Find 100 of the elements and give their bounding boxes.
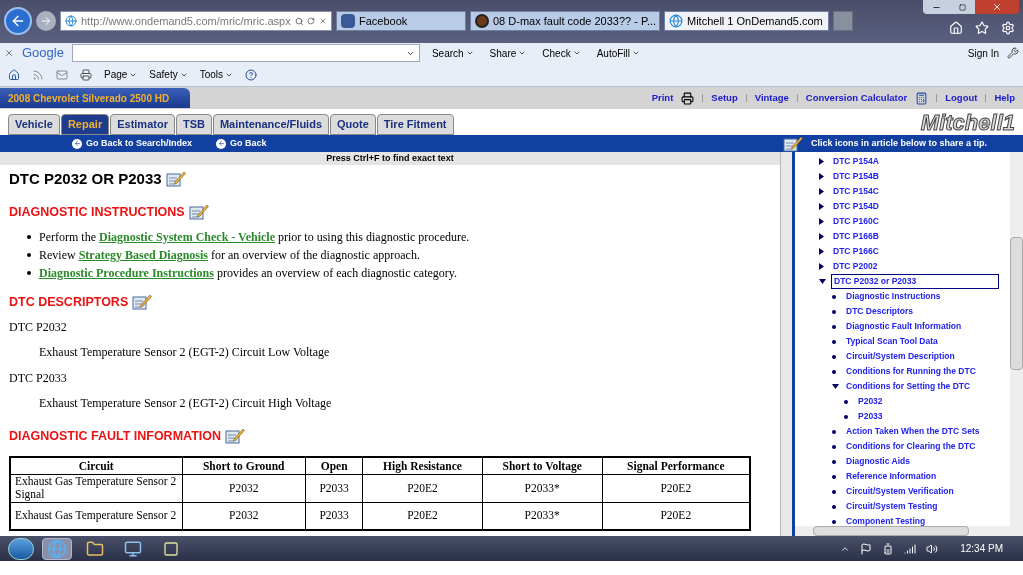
- start-button[interactable]: [8, 537, 34, 560]
- close-icon[interactable]: [4, 48, 14, 58]
- toolbar-button[interactable]: Check: [538, 45, 585, 61]
- horizontal-scrollbar[interactable]: [795, 526, 1023, 536]
- tree-item[interactable]: DTC P154D: [831, 200, 881, 213]
- tree-item[interactable]: DTC Descriptors: [844, 305, 916, 318]
- tree-item[interactable]: DTC P2002: [831, 260, 880, 273]
- print-icon[interactable]: [80, 68, 92, 81]
- forward-button[interactable]: [36, 11, 56, 31]
- site-tab[interactable]: Tire Fitment: [376, 114, 454, 135]
- browser-icon: [47, 538, 67, 559]
- collapsed-triangle-icon[interactable]: [819, 158, 824, 165]
- nav-link[interactable]: Go Back to Search/Index: [72, 136, 193, 151]
- search-icon[interactable]: [294, 15, 304, 27]
- tree-item[interactable]: Typical Scan Tool Data: [844, 335, 940, 348]
- expanded-triangle-icon[interactable]: [819, 279, 826, 284]
- tree-item[interactable]: Action Taken When the DTC Sets: [844, 425, 982, 438]
- browser-tab[interactable]: Facebook: [336, 11, 466, 31]
- tree-item[interactable]: DTC P154C: [831, 185, 881, 198]
- tree-item[interactable]: Conditions for Setting the DTC: [844, 380, 973, 393]
- address-field[interactable]: http://www.ondemand5.com/mric/mric.aspx: [60, 11, 332, 31]
- tree-item[interactable]: P2032: [856, 395, 885, 408]
- tree-item[interactable]: DTC P2032 or P2033: [831, 274, 999, 289]
- collapsed-triangle-icon[interactable]: [819, 218, 824, 225]
- vertical-scrollbar[interactable]: [1010, 152, 1023, 526]
- tree-item[interactable]: Conditions for Running the DTC: [844, 365, 978, 378]
- flag-icon[interactable]: [860, 542, 873, 555]
- calculator-icon[interactable]: [915, 91, 929, 105]
- bullet-text: Diagnostic Procedure Instructions provides an overview of each diagnostic category.: [39, 265, 458, 282]
- site-tab[interactable]: Estimator: [110, 114, 175, 135]
- nav-link[interactable]: Go Back: [216, 136, 267, 151]
- tree-item[interactable]: Conditions for Clearing the DTC: [844, 440, 978, 453]
- google-search-field[interactable]: [71, 44, 420, 62]
- site-tab[interactable]: TSB: [175, 114, 212, 135]
- expanded-triangle-icon[interactable]: [832, 384, 839, 389]
- minimize-button[interactable]: [923, 0, 949, 14]
- forum-icon: [475, 14, 489, 28]
- taskbar-button[interactable]: [42, 537, 72, 560]
- splitter[interactable]: [780, 152, 795, 536]
- toolbar-button[interactable]: AutoFill: [592, 45, 644, 61]
- feed-icon[interactable]: [32, 68, 44, 81]
- collapsed-triangle-icon[interactable]: [819, 173, 824, 180]
- stop-icon[interactable]: [319, 16, 327, 26]
- battery-icon[interactable]: [882, 542, 895, 555]
- menu-button[interactable]: Safety: [149, 67, 188, 82]
- tree-item[interactable]: DTC P160C: [831, 215, 881, 228]
- signal-icon[interactable]: [904, 542, 917, 555]
- help-icon[interactable]: [245, 68, 258, 81]
- bullet-icon: [832, 354, 836, 359]
- windows-icon: [163, 540, 179, 557]
- header-link[interactable]: Vintage: [754, 90, 789, 106]
- tree-item[interactable]: P2033: [856, 410, 885, 423]
- menu-button[interactable]: Tools: [199, 67, 234, 82]
- maximize-icon: [958, 3, 966, 11]
- collapsed-triangle-icon[interactable]: [819, 233, 824, 240]
- bullet-icon: [832, 474, 836, 479]
- header-link[interactable]: Print: [651, 90, 674, 106]
- article-link[interactable]: Diagnostic System Check - Vehicle: [99, 230, 275, 244]
- settings-icon[interactable]: [1001, 21, 1015, 35]
- collapsed-triangle-icon[interactable]: [819, 248, 824, 255]
- tree-item[interactable]: DTC P154A: [831, 155, 881, 168]
- menu-button[interactable]: Page: [104, 67, 138, 82]
- article-link[interactable]: Diagnostic Procedure Instructions: [39, 266, 214, 280]
- site-tab[interactable]: Vehicle: [8, 114, 60, 135]
- note-pencil-icon[interactable]: [782, 134, 803, 153]
- collapsed-triangle-icon[interactable]: [819, 203, 824, 210]
- tree-item[interactable]: DTC P154B: [831, 170, 881, 183]
- browser-tab[interactable]: 08 D-max fault code 2033?? - P...: [470, 11, 660, 31]
- tree-item[interactable]: Diagnostic Aids: [844, 455, 912, 468]
- collapsed-triangle-icon[interactable]: [819, 263, 824, 270]
- tree-item[interactable]: Circuit/System Description: [844, 350, 957, 363]
- wrench-icon[interactable]: [1007, 47, 1019, 59]
- header-link[interactable]: Logout: [945, 90, 978, 106]
- favorites-icon[interactable]: [975, 21, 989, 35]
- refresh-icon[interactable]: [307, 16, 316, 26]
- collapsed-triangle-icon[interactable]: [819, 188, 824, 195]
- tree-item[interactable]: Component Testing: [844, 515, 928, 526]
- tree-item[interactable]: Diagnostic Instructions: [844, 290, 943, 303]
- back-button[interactable]: [4, 7, 32, 35]
- tree-item[interactable]: Circuit/System Testing: [844, 500, 940, 513]
- site-tab[interactable]: Quote: [330, 114, 376, 135]
- site-tab[interactable]: Maintenance/Fluids: [212, 114, 329, 135]
- browser-tab[interactable]: Mitchell 1 OnDemand5.com: [664, 11, 829, 31]
- clock[interactable]: 12:34 PM: [960, 541, 1003, 556]
- tree-item[interactable]: DTC P166C: [831, 245, 881, 258]
- home-icon[interactable]: [8, 68, 20, 81]
- sign-in-button[interactable]: Sign In: [967, 45, 999, 61]
- article-link[interactable]: Strategy Based Diagnosis: [78, 248, 208, 262]
- tree-item[interactable]: Circuit/System Verification: [844, 485, 956, 498]
- header-link[interactable]: Setup: [711, 90, 738, 106]
- tree-item[interactable]: DTC P166B: [831, 230, 881, 243]
- site-tab[interactable]: Repair: [60, 114, 110, 135]
- printer-icon[interactable]: [681, 91, 695, 105]
- header-link[interactable]: Conversion Calculator: [805, 90, 908, 106]
- header-link[interactable]: Help: [994, 90, 1015, 106]
- tree-item[interactable]: Reference Information: [844, 470, 939, 483]
- tree-item[interactable]: Diagnostic Fault Information: [844, 320, 964, 333]
- toolbar-button[interactable]: Search: [427, 45, 478, 61]
- toolbar-button[interactable]: Share: [485, 45, 531, 61]
- volume-icon[interactable]: [926, 542, 939, 555]
